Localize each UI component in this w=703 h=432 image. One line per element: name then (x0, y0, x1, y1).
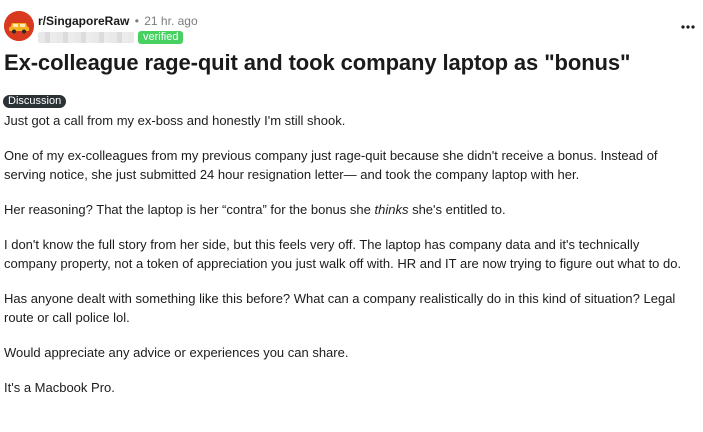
more-options-button[interactable] (681, 20, 695, 34)
body-paragraph: Has anyone dealt with something like thi… (4, 291, 676, 325)
body-paragraph: It's a Macbook Pro. (4, 380, 115, 395)
subreddit-avatar[interactable] (4, 11, 34, 41)
post-time: 21 hr. ago (144, 14, 198, 28)
body-emphasis: thinks (374, 202, 409, 217)
body-paragraph: One of my ex-colleagues from my previous… (4, 148, 658, 182)
post-card: r/SingaporeRaw • 21 hr. ago verified Ex-… (0, 0, 703, 432)
author-row: verified (38, 30, 184, 45)
meta-separator: • (134, 14, 139, 28)
post-flair[interactable]: Discussion (3, 95, 67, 108)
verified-badge: verified (138, 31, 184, 44)
subreddit-link[interactable]: r/SingaporeRaw (38, 14, 129, 28)
body-paragraph: Just got a call from my ex-boss and hone… (4, 113, 346, 128)
body-text: Her reasoning? That the laptop is her “c… (4, 202, 375, 217)
post-header: r/SingaporeRaw • 21 hr. ago verified (4, 10, 694, 46)
post-title[interactable]: Ex-colleague rage-quit and took company … (4, 48, 694, 78)
car-icon (4, 11, 34, 41)
body-text: she's entitled to. (408, 202, 506, 217)
post-meta: r/SingaporeRaw • 21 hr. ago (38, 13, 198, 29)
body-paragraph: Would appreciate any advice or experienc… (4, 345, 349, 360)
more-options-icon (681, 25, 695, 29)
body-paragraph: Her reasoning? That the laptop is her “c… (4, 200, 694, 219)
post-body: Just got a call from my ex-boss and hone… (4, 111, 694, 413)
body-paragraph: I don't know the full story from her sid… (4, 237, 682, 271)
author-name-redacted (38, 32, 134, 43)
